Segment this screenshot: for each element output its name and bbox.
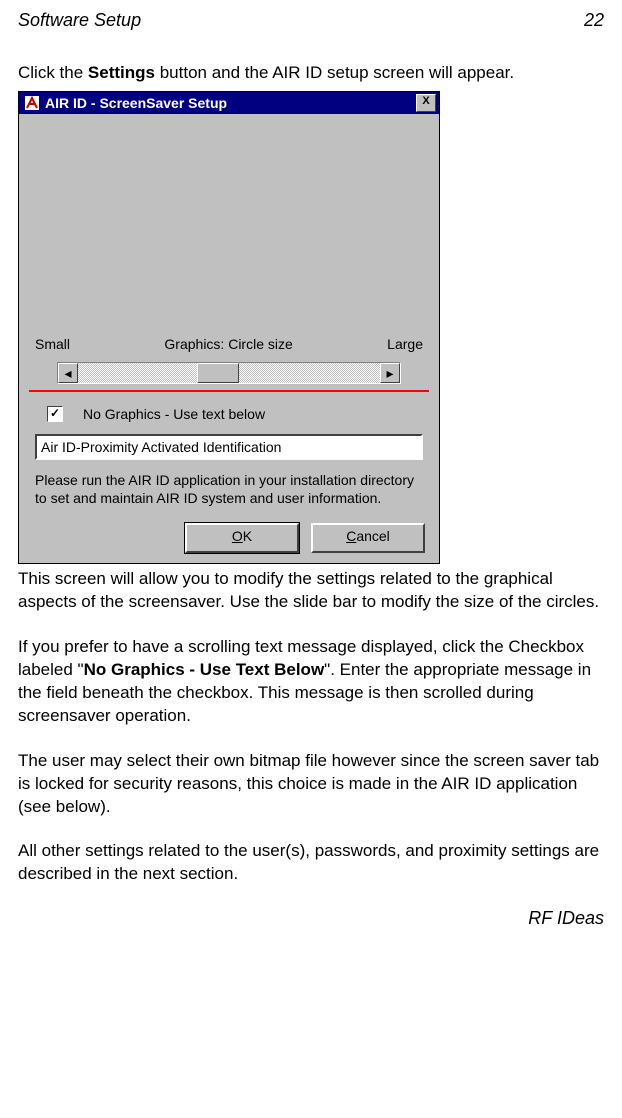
- screensaver-setup-dialog: AIR ID - ScreenSaver Setup X Small Graph…: [18, 91, 440, 564]
- slider-small-label: Small: [35, 336, 70, 352]
- page-number: 22: [584, 10, 604, 31]
- intro-bold: Settings: [88, 63, 155, 82]
- preview-area: [29, 122, 429, 332]
- no-graphics-checkbox[interactable]: ✓: [47, 406, 63, 422]
- slider-left-arrow-icon[interactable]: ◂: [58, 363, 78, 383]
- close-button[interactable]: X: [416, 94, 436, 112]
- dialog-help-text: Please run the AIR ID application in you…: [35, 472, 423, 507]
- body-paragraph-4: All other settings related to the user(s…: [18, 840, 604, 886]
- scrolling-text-input[interactable]: Air ID-Proximity Activated Identificatio…: [35, 434, 423, 460]
- ok-button[interactable]: OK: [185, 523, 299, 553]
- slider-right-arrow-icon[interactable]: ▸: [380, 363, 400, 383]
- body-paragraph-1: This screen will allow you to modify the…: [18, 568, 604, 614]
- intro-pre: Click the: [18, 63, 88, 82]
- dialog-title: AIR ID - ScreenSaver Setup: [45, 95, 413, 111]
- body-paragraph-3: The user may select their own bitmap fil…: [18, 750, 604, 819]
- no-graphics-label: No Graphics - Use text below: [83, 406, 265, 422]
- slider-large-label: Large: [387, 336, 423, 352]
- intro-post: button and the AIR ID setup screen will …: [155, 63, 514, 82]
- slider-track[interactable]: [78, 363, 197, 383]
- cancel-button[interactable]: Cancel: [311, 523, 425, 553]
- slider-track[interactable]: [239, 363, 380, 383]
- intro-text: Click the Settings button and the AIR ID…: [18, 63, 604, 83]
- divider: [29, 390, 429, 392]
- slider-caption: Graphics: Circle size: [164, 336, 292, 352]
- body-paragraph-2: If you prefer to have a scrolling text m…: [18, 636, 604, 728]
- app-icon: [23, 94, 41, 112]
- titlebar[interactable]: AIR ID - ScreenSaver Setup X: [19, 92, 439, 114]
- footer-company: RF IDeas: [18, 908, 604, 929]
- slider-thumb[interactable]: [197, 363, 239, 383]
- circle-size-slider[interactable]: ◂ ▸: [57, 362, 401, 384]
- section-title: Software Setup: [18, 10, 141, 31]
